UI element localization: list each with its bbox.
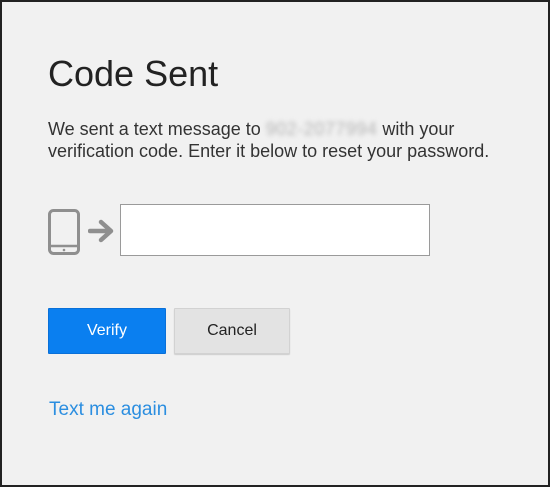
phone-icon bbox=[48, 209, 80, 255]
cancel-button[interactable]: Cancel bbox=[174, 308, 290, 354]
redacted-phone-number: 902-2077994 bbox=[265, 119, 378, 139]
message-text-before: We sent a text message to bbox=[48, 119, 266, 139]
verify-button[interactable]: Verify bbox=[48, 308, 166, 354]
arrow-right-icon bbox=[88, 219, 114, 243]
instruction-message: We sent a text message to 902-2077994 wi… bbox=[48, 118, 508, 162]
page-title: Code Sent bbox=[48, 53, 219, 94]
code-entry-row bbox=[48, 204, 448, 256]
code-sent-dialog: Code Sent We sent a text message to 902-… bbox=[0, 0, 550, 487]
verification-code-input[interactable] bbox=[120, 204, 430, 256]
text-me-again-link[interactable]: Text me again bbox=[49, 399, 167, 421]
